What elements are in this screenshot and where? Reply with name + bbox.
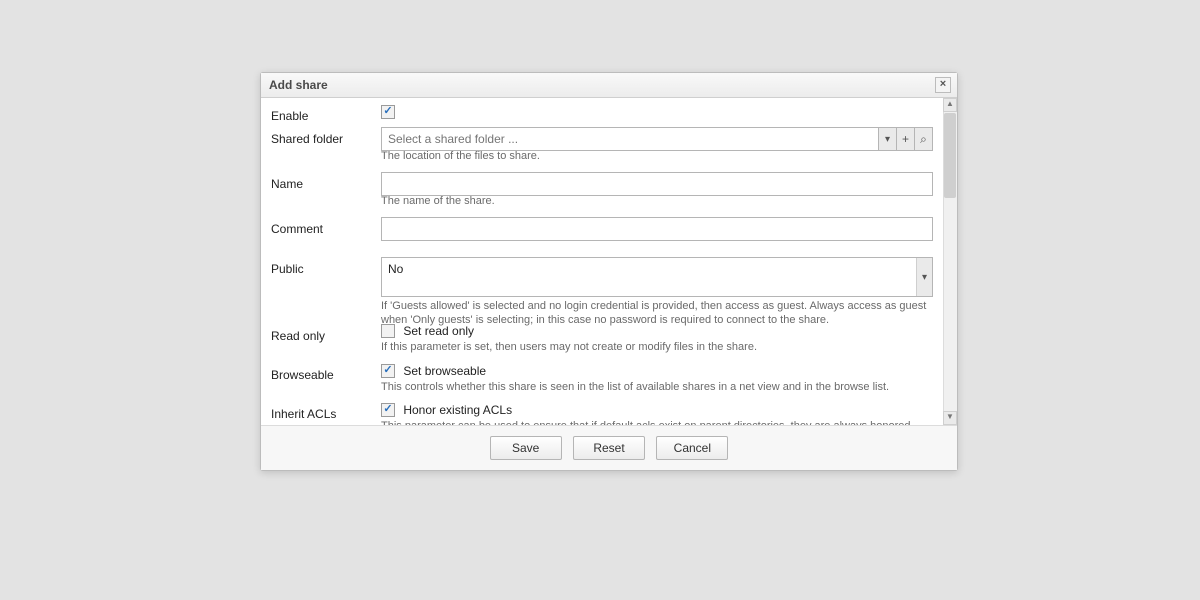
row-shared-folder: Shared folder ▾ + ⌕ The lo — [271, 127, 947, 162]
name-help: The name of the share. — [381, 195, 933, 204]
inherit-acls-checkbox[interactable] — [381, 403, 395, 417]
search-icon: ⌕ — [920, 132, 927, 147]
cancel-button[interactable]: Cancel — [656, 436, 728, 460]
scrollbar[interactable]: ▲ ▼ — [943, 98, 957, 425]
name-input[interactable] — [381, 172, 933, 196]
row-enable: Enable — [271, 104, 947, 123]
label-browseable: Browseable — [271, 363, 381, 382]
shared-folder-add-button[interactable]: + — [897, 127, 915, 151]
control-shared-folder: ▾ + ⌕ The location of the files to share… — [381, 127, 947, 162]
shared-folder-field: ▾ + ⌕ — [381, 127, 933, 151]
control-browseable: Set browseable This controls whether thi… — [381, 363, 947, 396]
label-enable: Enable — [271, 104, 381, 123]
scroll-down-icon: ▼ — [946, 412, 954, 421]
control-public: No ▾ If 'Guests allowed' is selected and… — [381, 257, 947, 330]
scroll-thumb[interactable] — [944, 113, 956, 198]
save-button[interactable]: Save — [490, 436, 562, 460]
label-shared-folder: Shared folder — [271, 127, 381, 146]
plus-icon: + — [902, 132, 909, 146]
control-name: The name of the share. — [381, 172, 947, 207]
label-public: Public — [271, 257, 381, 276]
row-name: Name The name of the share. — [271, 172, 947, 207]
control-enable — [381, 104, 947, 121]
control-comment — [381, 217, 947, 243]
label-inherit-acls: Inherit ACLs — [271, 402, 381, 421]
browseable-box-label: Set browseable — [403, 364, 486, 378]
shared-folder-input[interactable] — [381, 127, 879, 151]
shared-folder-search-button[interactable]: ⌕ — [915, 127, 933, 151]
enable-checkbox[interactable] — [381, 105, 395, 119]
label-comment: Comment — [271, 217, 381, 236]
public-help: If 'Guests allowed' is selected and no l… — [381, 299, 933, 328]
read-only-help: If this parameter is set, then users may… — [381, 340, 933, 354]
dialog-footer: Save Reset Cancel — [261, 426, 957, 470]
row-browseable: Browseable Set browseable This controls … — [271, 363, 947, 396]
inherit-acls-help: This parameter can be used to ensure tha… — [381, 419, 933, 426]
public-value: No — [388, 262, 403, 276]
chevron-down-icon: ▾ — [922, 272, 927, 283]
shared-folder-dropdown-button[interactable]: ▾ — [879, 127, 897, 151]
control-inherit-acls: Honor existing ACLs This parameter can b… — [381, 402, 947, 426]
reset-button[interactable]: Reset — [573, 436, 645, 460]
row-comment: Comment — [271, 217, 947, 243]
public-select[interactable]: No ▾ — [381, 257, 933, 297]
row-inherit-acls: Inherit ACLs Honor existing ACLs This pa… — [271, 402, 947, 426]
label-name: Name — [271, 172, 381, 191]
scroll-up-button[interactable]: ▲ — [943, 98, 957, 112]
scroll-down-button[interactable]: ▼ — [943, 411, 957, 425]
scroll-up-icon: ▲ — [946, 99, 954, 108]
browseable-help: This controls whether this share is seen… — [381, 380, 933, 394]
form-scroll-area: Enable Shared folder ▾ + — [261, 98, 957, 426]
shared-folder-help: The location of the files to share. — [381, 150, 933, 159]
chevron-down-icon: ▾ — [885, 134, 890, 145]
browseable-checkbox[interactable] — [381, 364, 395, 378]
comment-input[interactable] — [381, 217, 933, 241]
close-button[interactable]: × — [935, 77, 951, 93]
dialog-titlebar: Add share × — [261, 73, 957, 98]
public-dropdown-button[interactable]: ▾ — [916, 258, 932, 296]
add-share-dialog: Add share × Enable Shared folder — [260, 72, 958, 471]
inherit-acls-box-label: Honor existing ACLs — [403, 403, 512, 417]
dialog-title: Add share — [269, 78, 328, 92]
label-read-only: Read only — [271, 311, 381, 343]
dialog-body: Enable Shared folder ▾ + — [261, 98, 957, 470]
close-icon: × — [940, 78, 946, 90]
